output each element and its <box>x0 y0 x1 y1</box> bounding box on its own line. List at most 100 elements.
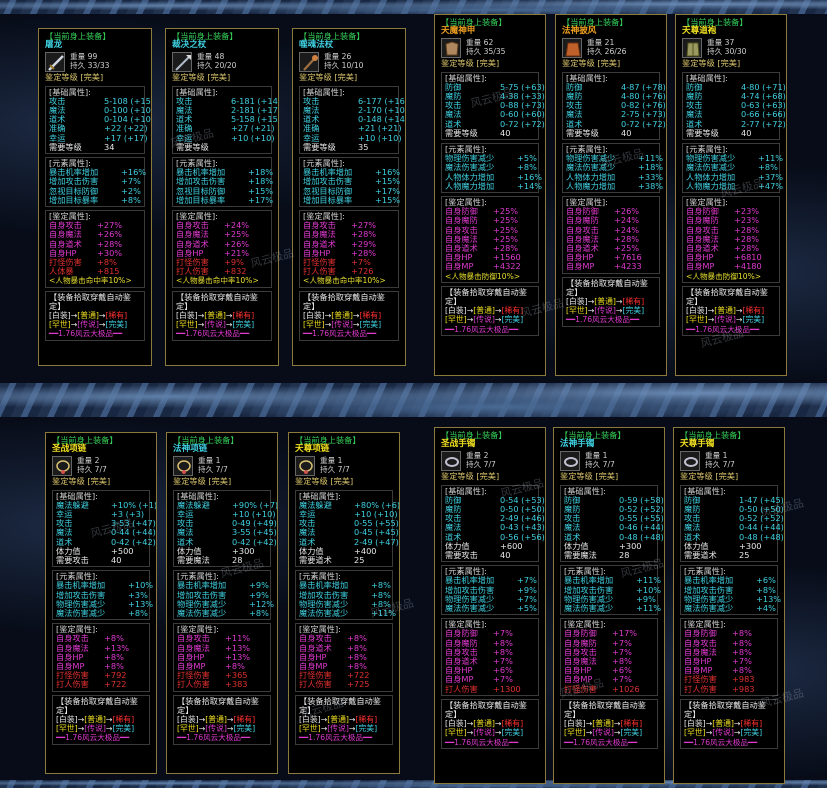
durability-value: 7/7 <box>215 465 228 475</box>
stat-row: 人物魔力增加 +14% <box>445 181 542 191</box>
item-header: 重量 48 持久 20/20 <box>172 52 272 73</box>
quality-tier: [普通] <box>712 719 734 729</box>
appraisal-attributes: [鉴定属性]: 自身攻击 +27% 自身魔法 +28% 自身道术 +29% 自身HP +28% 打… <box>299 210 399 288</box>
item-header: 重量 37 持久 30/30 <box>682 38 780 59</box>
quality-tier: [稀有] <box>742 306 765 316</box>
appraisal-attributes: [鉴定属性]: 自身攻击 +11% 自身魔法 +13% 自身HP +13% 自身MP +8% 打怪… <box>173 623 271 692</box>
server-footer: ━━1.76风云大极品━━ <box>177 733 251 743</box>
quality-tier: [传说] <box>77 320 99 330</box>
quality-tier: [稀有] <box>501 719 524 729</box>
auto-appraise-title: 【装备拾取穿戴自动鉴定】 <box>445 286 527 307</box>
auto-appraise-section: 【装备拾取穿戴自动鉴定】 [白装]→[普通]→[稀有] [罕世]→[传说]→[完美]… <box>441 698 539 749</box>
appraisal-grade: 鉴定等级 [完美] <box>52 477 150 486</box>
quality-tier: [稀有] <box>105 311 128 321</box>
stat-value: +11% <box>636 603 662 614</box>
grade-label: 鉴定等级 <box>45 72 78 83</box>
item-name: 法神手镯 <box>560 439 595 450</box>
appraisal-attributes: [鉴定属性]: 自身防御 +25% 自身魔防 +25% 自身攻击 +25% 自身魔法 +25% 自… <box>441 196 539 283</box>
auto-appraise-section: 【装备拾取穿戴自动鉴定】 [白装]→[普通]→[稀有] [罕世]→[传说]→[完美]… <box>299 290 399 341</box>
stat-name: 打人伤害 <box>684 683 717 694</box>
auto-appraise-section: 【装备拾取穿戴自动鉴定】 [白装]→[普通]→[稀有] [罕世]→[传说]→[完美]… <box>172 290 272 341</box>
quality-tier: [完美] <box>622 306 645 316</box>
stat-name: 魔法伤害减少 <box>564 603 614 614</box>
base-attributes: [基础属性]: 防御 0-59 (+58) 魔防 0-52 (+52) 攻击 0-55 (+… <box>560 484 664 563</box>
appraisal-grade: 鉴定等级 [完美] <box>562 59 660 68</box>
auto-appraise-title: 【装备拾取穿戴自动鉴定】 <box>176 291 258 311</box>
grade-label: 鉴定等级 <box>680 471 713 482</box>
stat-row: 需要等级 40 <box>686 128 776 138</box>
item-header: 重量 21 持久 26/26 <box>562 38 660 59</box>
quality-tier: [传说] <box>84 724 106 734</box>
item-meta: 重量 2 持久 7/7 <box>77 456 107 476</box>
durability-value: 35/35 <box>483 47 506 57</box>
quality-chain: [罕世]→[传说]→[完美] <box>684 728 774 737</box>
quality-tier: [罕世] <box>686 315 708 325</box>
quality-tier: [完美] <box>742 315 765 325</box>
stat-row: 需要等级 34 <box>49 142 141 152</box>
equipment-tooltip-panel: 【当前身上装备】 法神项链 重量 1 持久 7/7 鉴定等级 [完美] [基础属性]: 魔法… <box>166 432 278 774</box>
quality-chain: [罕世]→[传说]→[完美] <box>686 315 776 324</box>
item-meta: 重量 37 持久 30/30 <box>707 38 747 58</box>
quality-tier: [完美] <box>359 320 382 330</box>
stat-value: +8% <box>128 608 148 619</box>
grade-value: [完美] <box>334 72 358 83</box>
stat-value: +38% <box>638 180 664 191</box>
stat-row: 魔法伤害减少 +4% <box>684 603 776 614</box>
quality-tier: [完美] <box>233 724 256 734</box>
stat-value: 35 <box>358 141 369 152</box>
quality-tier: [传说] <box>712 728 734 738</box>
quality-chain: [白装]→[普通]→[稀有] <box>56 715 146 724</box>
durability-row: 持久 33/33 <box>70 61 110 70</box>
stat-value: +1300 <box>493 683 521 694</box>
item-meta: 重量 2 持久 7/7 <box>466 451 496 471</box>
stat-name: 需要魔法 <box>564 550 597 561</box>
stat-name: 自身MP <box>566 261 595 272</box>
appraisal-attributes: [鉴定属性]: 自身防御 +7% 自身魔防 +8% 自身攻击 +8% 自身道术 +7% 自身HP +… <box>441 618 539 696</box>
bonus-note: <人物暴击命中率10%> <box>303 276 386 286</box>
stat-name: 打人伤害 <box>177 679 210 690</box>
durability-value: 26/26 <box>604 47 627 57</box>
quality-tier: [白装] <box>684 719 706 729</box>
durability-label: 持久 <box>77 465 93 475</box>
stat-value: +722 <box>104 679 127 690</box>
item-header: 重量 1 持久 7/7 <box>173 456 271 477</box>
durability-label: 持久 <box>320 465 336 475</box>
server-footer: ━━1.76风云大极品━━ <box>684 737 758 747</box>
quality-tier: [完美] <box>740 728 763 738</box>
quality-tier: [稀有] <box>233 715 256 725</box>
stat-value: 40 <box>500 127 511 138</box>
stat-name: 自身MP <box>445 261 474 272</box>
stat-name: 魔法伤害减少 <box>684 603 734 614</box>
durability-row: 持久 7/7 <box>585 460 615 469</box>
stat-row: 打人伤害 +722 <box>56 680 146 689</box>
quality-tier: [传说] <box>714 315 736 325</box>
item-name: 裁决之杖 <box>172 40 207 51</box>
quality-chain: [罕世]→[传说]→[完美] <box>564 728 654 737</box>
item-meta: 重量 26 持久 10/10 <box>324 52 364 72</box>
durability-value: 7/7 <box>337 465 350 475</box>
auto-appraise-section: 【装备拾取穿戴自动鉴定】 [白装]→[普通]→[稀有] [罕世]→[传说]→[完美]… <box>52 694 150 745</box>
stat-row: 增加目标暴率 +15% <box>303 195 400 205</box>
durability-value: 7/7 <box>94 465 107 475</box>
item-meta: 重量 1 持久 7/7 <box>320 456 350 476</box>
stat-value <box>231 143 268 152</box>
grade-value: [完美] <box>208 476 232 487</box>
appraisal-grade: 鉴定等级 [完美] <box>172 73 272 82</box>
quality-tier: [罕世] <box>684 728 706 738</box>
stat-name: 打人伤害 <box>445 683 478 694</box>
stat-value: 25 <box>739 550 750 561</box>
sword-icon <box>45 52 65 73</box>
grade-label: 鉴定等级 <box>682 58 715 69</box>
stat-name: 需要等级 <box>566 127 599 138</box>
quality-tier: [普通] <box>594 297 616 307</box>
quality-tier: [完美] <box>501 728 524 738</box>
quality-tier: [罕世] <box>564 728 586 738</box>
stat-value: 25 <box>354 555 365 566</box>
stat-row: 打人伤害 +725 <box>299 680 389 689</box>
item-meta: 重量 48 持久 20/20 <box>197 52 237 72</box>
durability-row: 持久 10/10 <box>324 61 364 70</box>
stat-value: +383 <box>225 679 248 690</box>
appraisal-attributes: [鉴定属性]: 自身防御 +23% 自身魔防 +23% 自身攻击 +28% 自身魔法 +28% 自… <box>682 196 780 283</box>
appraisal-grade: 鉴定等级 [完美] <box>682 59 780 68</box>
stat-row: 需要等级 35 <box>303 141 395 152</box>
